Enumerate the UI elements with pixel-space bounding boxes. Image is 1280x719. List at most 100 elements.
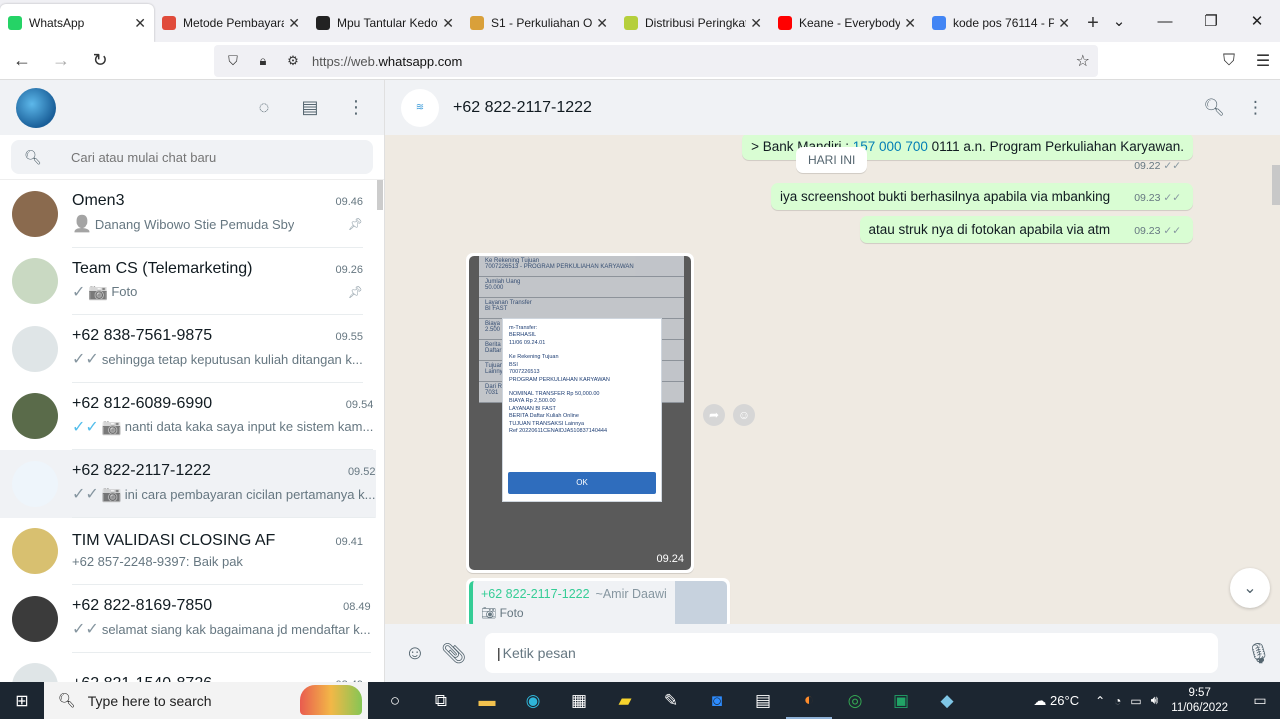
url-text[interactable]: https://web.whatsapp.com: [312, 54, 462, 69]
paint-icon[interactable]: ✎: [648, 682, 694, 719]
chat-list-item[interactable]: +62 822-8169-7850 08.49 ✓✓ selamat siang …: [0, 585, 376, 653]
chevron-up-icon[interactable]: ⌃: [1095, 694, 1105, 708]
chat-list-item[interactable]: Omen3 09.46 👤 Danang Wibowo Stie Pemuda S…: [0, 180, 376, 248]
chat-list-item[interactable]: +62 822-2117-1222 09.52 ✓✓ 📷 ini cara pemb…: [0, 450, 376, 518]
emoji-icon[interactable]: ☺: [403, 642, 427, 665]
zoom-icon[interactable]: ◙: [694, 682, 740, 719]
quoted-alias: ~Amir Daawi: [595, 587, 667, 601]
menu-icon[interactable]: ☰: [1246, 51, 1280, 71]
search-icon[interactable]: 🔍︎: [1203, 98, 1225, 118]
quoted-message[interactable]: +62 822-2117-1222 ~Amir Daawi 📷︎ Foto: [466, 578, 730, 630]
message-bubble[interactable]: iya screenshoot bukti berhasilnya apabil…: [770, 183, 1193, 210]
status-icon[interactable]: ◌: [252, 97, 276, 118]
file-explorer-icon[interactable]: ▬: [464, 682, 510, 719]
close-tab-icon[interactable]: ✕: [596, 15, 608, 32]
volume-icon[interactable]: 🔊︎: [1151, 693, 1159, 708]
calculator-icon[interactable]: ▤: [740, 682, 786, 719]
conversation-scrollbar[interactable]: [1272, 165, 1280, 205]
browser-tab[interactable]: Keane - Everybody's ✕: [770, 4, 924, 42]
chat-list-item[interactable]: +62 821-1540-8726 08.49: [0, 653, 376, 682]
image-message[interactable]: Ke Rekening Tujuan 7007226513 - PROGRAM P…: [466, 253, 694, 573]
browser-tab[interactable]: Distribusi Peringkat ✕: [616, 4, 770, 42]
message-bubble[interactable]: atau struk nya di fotokan apabila via at…: [859, 216, 1193, 243]
attach-icon[interactable]: 📎︎: [441, 641, 466, 666]
microphone-icon[interactable]: 🎙︎: [1246, 641, 1271, 666]
chat-preview: +62 857-2248-9397: Baik pak: [72, 554, 243, 570]
taskbar-clock[interactable]: 9:57 11/06/2022: [1171, 686, 1228, 716]
forward-button[interactable]: →: [44, 44, 78, 78]
chat-list: Omen3 09.46 👤 Danang Wibowo Stie Pemuda S…: [0, 180, 376, 682]
minimize-button[interactable]: —: [1142, 0, 1188, 42]
transfer-receipt-image[interactable]: Ke Rekening Tujuan 7007226513 - PROGRAM P…: [469, 256, 691, 570]
search-input[interactable]: [71, 149, 373, 165]
forward-icon[interactable]: ➦: [703, 404, 725, 426]
firefox-icon[interactable]: ◐: [786, 682, 832, 719]
chevron-down-icon[interactable]: ⌄: [1096, 0, 1142, 42]
battery-icon[interactable]: ▭: [1130, 694, 1141, 708]
close-window-button[interactable]: ✕: [1234, 0, 1280, 42]
emoji-react-icon[interactable]: ☺: [733, 404, 755, 426]
weather-widget[interactable]: ☁ 26°C: [1033, 693, 1079, 709]
contact-name[interactable]: +62 822-2117-1222: [453, 99, 592, 117]
tab-favicon: [778, 16, 792, 30]
store-icon[interactable]: ▦: [556, 682, 602, 719]
browser-tab[interactable]: WhatsApp ✕: [0, 4, 154, 42]
windows-start-icon[interactable]: ⊞: [0, 682, 44, 719]
network-icon[interactable]: ◔: [1114, 694, 1121, 708]
permissions-icon[interactable]: ⚙: [282, 53, 304, 69]
message-text: atau struk nya di fotokan apabila via at…: [868, 222, 1111, 237]
menu-dots-icon[interactable]: ⋮: [1247, 98, 1264, 118]
chat-list-item[interactable]: +62 838-7561-9875 09.55 ✓✓ sehingga tetap…: [0, 315, 376, 383]
read-receipt-icon: ✓✓: [72, 418, 99, 436]
browser-tab[interactable]: kode pos 76114 - Pe ✕: [924, 4, 1078, 42]
menu-dots-icon[interactable]: ⋮: [344, 97, 368, 118]
close-tab-icon[interactable]: ✕: [1058, 15, 1070, 32]
sidebar-scrollbar[interactable]: [377, 180, 383, 210]
chat-time: 09.52: [347, 466, 376, 479]
reload-button[interactable]: ↻: [83, 44, 117, 78]
excel-icon[interactable]: ▣: [878, 682, 924, 719]
chrome-icon[interactable]: ◎: [832, 682, 878, 719]
shield-icon[interactable]: ⛉: [222, 53, 244, 69]
tab-favicon: [624, 16, 638, 30]
edge-icon[interactable]: ◉: [510, 682, 556, 719]
browser-tab[interactable]: Mpu Tantular Kedoy ✕: [308, 4, 462, 42]
browser-tab[interactable]: Metode Pembayaran ✕: [154, 4, 308, 42]
receipt-row: Ke Rekening Tujuan 7007226513 - PROGRAM P…: [479, 256, 684, 277]
taskbar-search[interactable]: 🔍︎ Type here to search: [44, 682, 368, 719]
sidebar-header: ◌ ▤ ⋮: [0, 80, 384, 135]
window-controls: ⌄ — ❐ ✕: [1096, 0, 1280, 42]
contact-avatar[interactable]: ≋: [401, 88, 439, 127]
browser-tab[interactable]: S1 - Perkuliahan Onl ✕: [462, 4, 616, 42]
notification-icon[interactable]: ▭: [1240, 692, 1280, 709]
maximize-button[interactable]: ❐: [1188, 0, 1234, 42]
close-tab-icon[interactable]: ✕: [750, 15, 762, 32]
search-icon[interactable]: 🔍︎: [11, 149, 55, 166]
chat-list-item[interactable]: TIM VALIDASI CLOSING AF 09.41 +62 857-22…: [0, 518, 376, 585]
close-tab-icon[interactable]: ✕: [442, 15, 454, 32]
my-avatar[interactable]: [16, 87, 56, 128]
new-chat-icon[interactable]: ▤: [298, 97, 322, 118]
chat-list-item[interactable]: +62 812-6089-6990 09.54 ✓✓ 📷 nanti data ka…: [0, 383, 376, 450]
message-meta: 09.22 ✓✓: [1134, 160, 1181, 172]
bookmark-star-icon[interactable]: ☆: [1076, 51, 1090, 71]
chat-name: TIM VALIDASI CLOSING AF: [72, 532, 276, 550]
close-tab-icon[interactable]: ✕: [904, 15, 916, 32]
back-button[interactable]: ←: [5, 44, 39, 78]
close-tab-icon[interactable]: ✕: [134, 15, 146, 32]
close-tab-icon[interactable]: ✕: [288, 15, 300, 32]
lock-icon[interactable]: 🔒︎: [252, 53, 274, 69]
day-divider: HARI INI: [796, 147, 868, 173]
avatar: [12, 325, 58, 372]
message-input[interactable]: | Ketik pesan: [485, 633, 1218, 673]
cortana-icon[interactable]: ○: [372, 682, 418, 719]
notes-icon[interactable]: ◆: [924, 682, 970, 719]
chat-list-item[interactable]: Team CS (Telemarketing) 09.26 ✓ 📷 Foto 📌︎: [0, 248, 376, 315]
sticky-notes-icon[interactable]: ▰: [602, 682, 648, 719]
pocket-icon[interactable]: ⛉: [1212, 52, 1246, 70]
scroll-down-button[interactable]: ⌄: [1230, 568, 1270, 608]
task-view-icon[interactable]: ⧉: [418, 682, 464, 719]
avatar: [12, 393, 58, 440]
address-bar[interactable]: ⛉ 🔒︎ ⚙ https://web.whatsapp.com ☆: [214, 45, 1098, 77]
chat-preview: nanti data kaka saya input ke sistem kam…: [124, 419, 374, 435]
